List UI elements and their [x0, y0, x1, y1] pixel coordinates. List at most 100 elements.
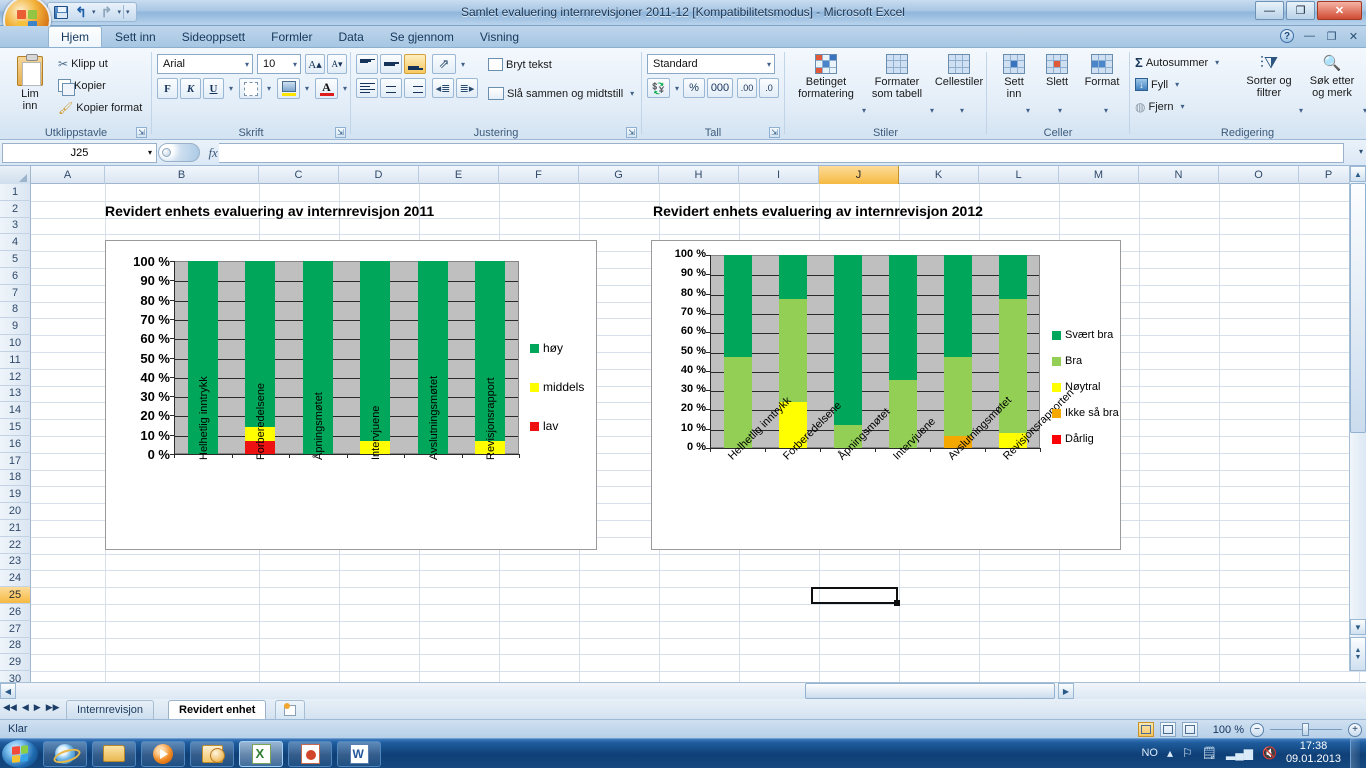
name-box[interactable]: J25 ▾ [2, 142, 157, 163]
column-header-d[interactable]: D [339, 166, 419, 184]
format-as-table-dropdown[interactable]: ▾ [926, 106, 934, 115]
zoom-in-button[interactable]: + [1348, 722, 1362, 737]
number-format-combo[interactable]: Standard ▾ [647, 54, 775, 74]
column-header-e[interactable]: E [419, 166, 499, 184]
formula-input[interactable] [219, 142, 1344, 163]
wrap-text-button[interactable]: Bryt tekst [488, 54, 552, 75]
delete-cells-button[interactable]: Slett [1038, 52, 1076, 88]
increase-decimal-button[interactable]: .00 [737, 78, 757, 98]
worksheet-grid[interactable]: A B C D E F G H I J K L M N O P 12345678… [0, 166, 1366, 686]
scroll-left-button[interactable]: ◀ [0, 683, 16, 699]
taskbar[interactable]: NO ▴ ⚐ 🗒 ▂▄▆ 🔇 17:38 09.01.2013 [0, 738, 1366, 768]
row-header-2[interactable]: 2 [0, 200, 31, 218]
cell-styles-button[interactable]: Cellestiler [934, 52, 984, 88]
align-bottom-button[interactable] [404, 54, 426, 74]
column-header-f[interactable]: F [499, 166, 579, 184]
horizontal-scroll-thumb[interactable] [805, 683, 1055, 699]
cell-area[interactable]: Revidert enhets evaluering av internrevi… [31, 184, 1366, 686]
row-header-27[interactable]: 27 [0, 620, 31, 638]
borders-button[interactable] [239, 78, 262, 99]
insert-cells-dropdown[interactable]: ▾ [1022, 106, 1030, 115]
row-header-7[interactable]: 7 [0, 284, 31, 302]
row-header-22[interactable]: 22 [0, 536, 31, 554]
cut-button[interactable]: ✂ Klipp ut [58, 53, 108, 74]
font-name-combo[interactable]: Arial ▾ [157, 54, 253, 74]
number-dialog-launcher[interactable]: ⇲ [769, 127, 780, 138]
column-headers[interactable]: A B C D E F G H I J K L M N O P [0, 166, 1366, 184]
column-header-n[interactable]: N [1139, 166, 1219, 184]
horizontal-scrollbar[interactable]: ◀ ▶ [0, 682, 1366, 699]
zoom-controls[interactable]: 100 % − + [1138, 720, 1362, 739]
row-header-15[interactable]: 15 [0, 419, 31, 436]
row-header-20[interactable]: 20 [0, 503, 31, 520]
row-header-23[interactable]: 23 [0, 553, 31, 571]
fill-button[interactable]: ↓ Fyll ▾ [1135, 74, 1179, 95]
column-header-k[interactable]: K [899, 166, 979, 184]
name-box-dropdown[interactable]: ▾ [148, 148, 152, 157]
show-hidden-icons-button[interactable]: ▴ [1167, 746, 1173, 760]
zoom-out-button[interactable]: − [1250, 722, 1264, 737]
row-header-6[interactable]: 6 [0, 267, 31, 285]
taskbar-button-excel[interactable] [239, 740, 283, 767]
percent-format-button[interactable]: % [683, 78, 705, 98]
format-as-table-button[interactable]: Formater som tabell [866, 52, 928, 100]
system-tray[interactable]: NO ▴ ⚐ 🗒 ▂▄▆ 🔇 17:38 09.01.2013 [1141, 738, 1366, 768]
chart-bar-segment[interactable] [998, 255, 1027, 300]
sheet-tab-bar[interactable]: ◀◀ ◀ ▶ ▶▶ Internrevisjon Revidert enhet [0, 699, 1366, 719]
chart-bar-segment[interactable] [778, 299, 807, 402]
align-left-button[interactable] [356, 78, 378, 98]
decrease-indent-button[interactable]: ◂≣ [432, 78, 454, 98]
underline-dropdown[interactable]: ▾ [225, 84, 233, 93]
borders-dropdown[interactable]: ▾ [263, 84, 271, 93]
column-header-c[interactable]: C [259, 166, 339, 184]
tab-se-gjennom[interactable]: Se gjennom [377, 26, 467, 47]
chart-bar[interactable] [943, 255, 972, 448]
fill-color-button[interactable] [277, 78, 300, 99]
vertical-scrollbar[interactable]: ▲ ▼ ▲ ▼ [1349, 166, 1366, 671]
volume-muted-icon[interactable]: 🔇 [1262, 746, 1277, 760]
row-header-26[interactable]: 26 [0, 603, 31, 621]
cancel-enter-buttons[interactable] [158, 143, 201, 162]
prev-sheet-button[interactable]: ◀ [22, 702, 29, 713]
network-signal-icon[interactable]: ▂▄▆ [1226, 746, 1253, 760]
format-cells-button[interactable]: Format [1080, 52, 1124, 88]
currency-format-button[interactable]: 💱 [647, 78, 670, 98]
sheet-tab-revidert-enhet[interactable]: Revidert enhet [168, 700, 267, 719]
conditional-formatting-dropdown[interactable]: ▾ [858, 106, 866, 115]
insert-function-button[interactable]: fx [202, 145, 217, 161]
tab-formler[interactable]: Formler [258, 26, 325, 47]
column-header-g[interactable]: G [579, 166, 659, 184]
sheet-nav-buttons[interactable]: ◀◀ ◀ ▶ ▶▶ [3, 702, 60, 713]
align-middle-button[interactable] [380, 54, 402, 74]
row-header-3[interactable]: 3 [0, 217, 31, 235]
alignment-dialog-launcher[interactable]: ⇲ [626, 127, 637, 138]
column-header-m[interactable]: M [1059, 166, 1139, 184]
restore-window-button[interactable]: ❐ [1286, 1, 1315, 20]
sort-filter-dropdown[interactable]: ▾ [1295, 106, 1303, 115]
chart-bar-segment[interactable] [778, 255, 807, 300]
row-header-29[interactable]: 29 [0, 654, 31, 672]
bold-button[interactable]: F [157, 78, 178, 99]
column-header-j[interactable]: J [819, 166, 899, 184]
help-icon[interactable]: ? [1280, 29, 1294, 43]
copy-button[interactable]: Kopier [58, 75, 106, 96]
action-center-icon[interactable]: 🗒 [1202, 746, 1217, 760]
row-header-8[interactable]: 8 [0, 301, 31, 319]
expand-formula-bar-button[interactable]: ▾ [1359, 147, 1363, 156]
delete-cells-dropdown[interactable]: ▾ [1054, 106, 1062, 115]
text-orientation-button[interactable]: ⇗ [432, 54, 456, 74]
zoom-level-label[interactable]: 100 % [1204, 724, 1244, 736]
column-header-b[interactable]: B [105, 166, 259, 184]
last-sheet-button[interactable]: ▶▶ [46, 702, 60, 713]
italic-button[interactable]: K [180, 78, 201, 99]
ribbon-tab-strip[interactable]: Hjem Sett inn Sideoppsett Formler Data S… [0, 26, 1366, 48]
taskbar-button-internet-explorer[interactable] [43, 740, 87, 767]
autosum-button[interactable]: Σ Autosummer ▾ [1135, 52, 1219, 73]
format-painter-button[interactable]: 🖌 Kopier format [58, 97, 142, 118]
page-break-view-icon[interactable] [1182, 722, 1198, 737]
align-top-button[interactable] [356, 54, 378, 74]
row-header-12[interactable]: 12 [0, 368, 31, 386]
scroll-right-button[interactable]: ▶ [1058, 683, 1074, 699]
insert-worksheet-button[interactable] [275, 700, 305, 719]
chart-bar[interactable] [778, 255, 807, 448]
